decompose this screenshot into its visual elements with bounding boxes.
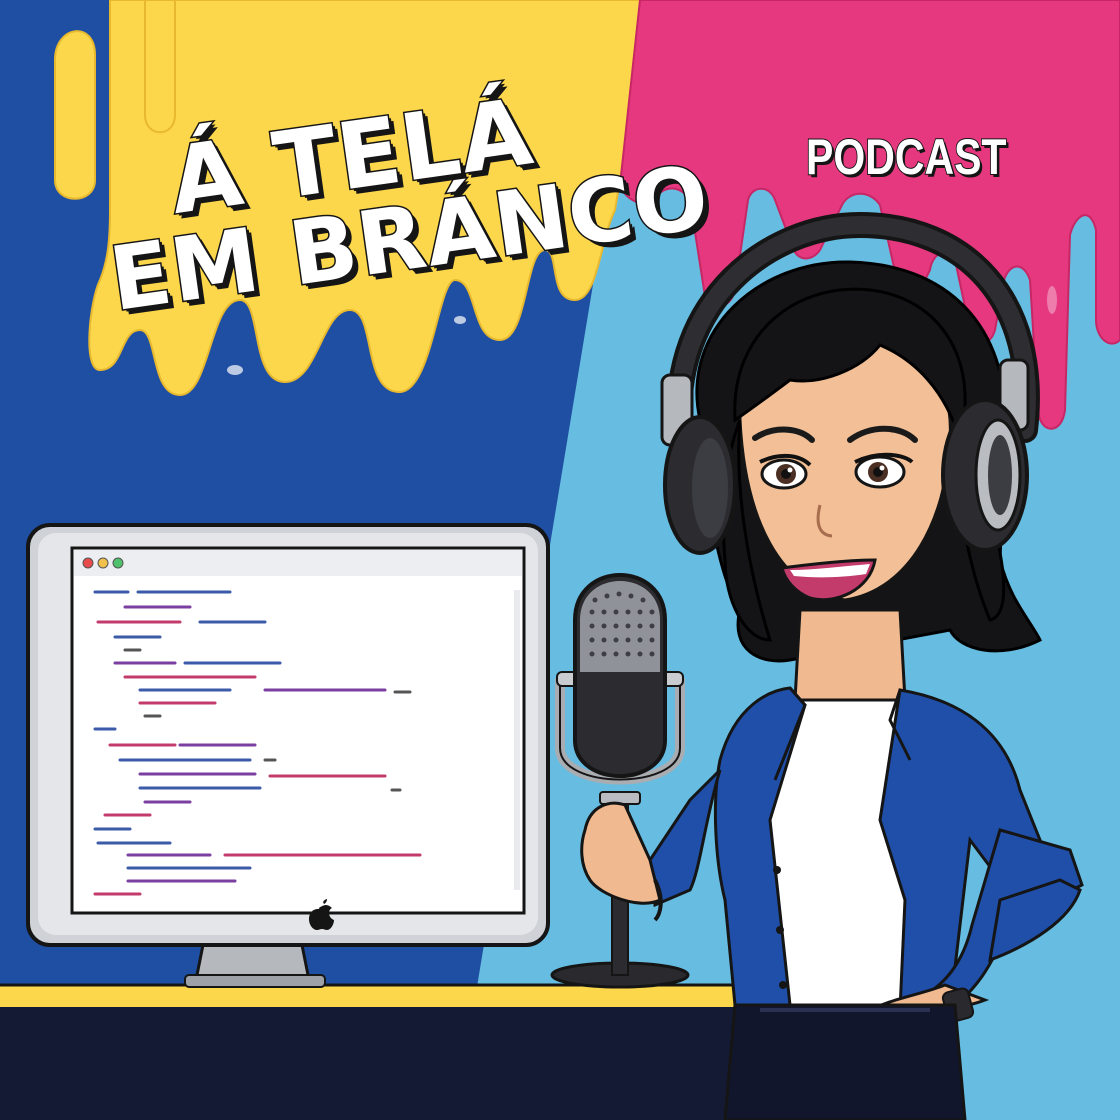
window-titlebar [74,550,522,576]
yellow-drip-left [54,30,96,200]
desk-front [0,1007,760,1120]
yellow-drip-small [144,0,176,134]
desk-top [0,985,760,1007]
window-minimize-button[interactable] [97,557,109,569]
monitor-screen [70,546,526,915]
podcast-cover: Á TELÁ EM BRÁNCO PODCAST [0,0,1120,1120]
dark-pants [723,1003,967,1120]
window-close-button[interactable] [82,557,94,569]
monitor-stand-base [184,974,326,988]
window-zoom-button[interactable] [112,557,124,569]
podcast-label: PODCAST [805,128,1007,186]
monitor [26,523,550,988]
